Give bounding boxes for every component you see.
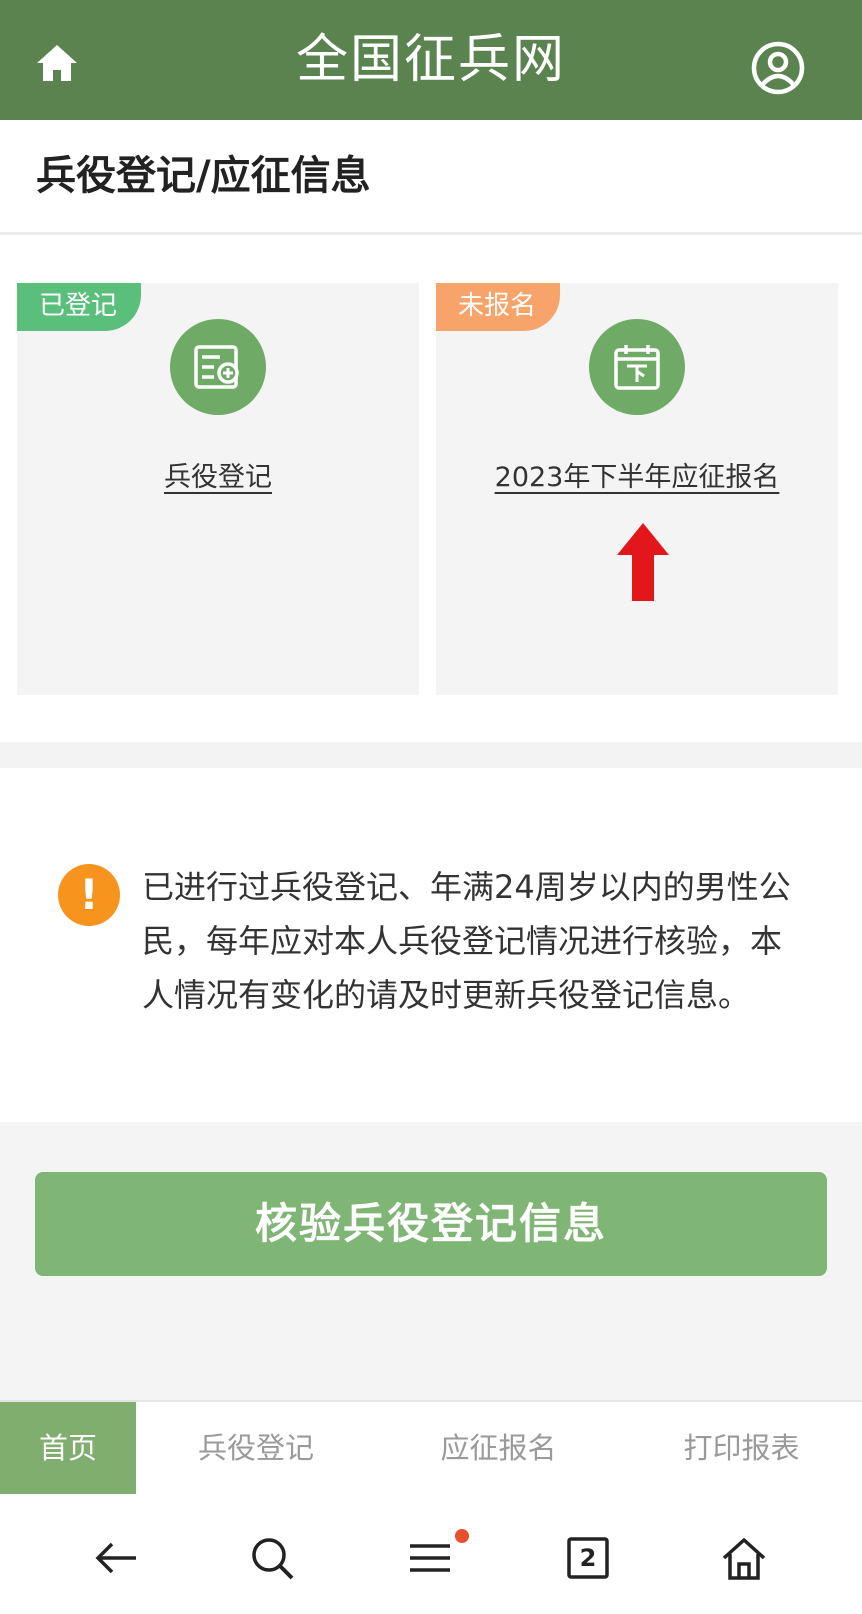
verify-registration-button[interactable]: 核验兵役登记信息 <box>35 1172 827 1276</box>
menu-icon[interactable] <box>406 1534 454 1582</box>
notice-panel: ! 已进行过兵役登记、年满24周岁以内的男性公民，每年应对本人兵役登记情况进行核… <box>0 768 862 1122</box>
bottom-tabbar: 首页 兵役登记 应征报名 打印报表 <box>0 1400 862 1494</box>
home-icon[interactable] <box>720 1534 768 1582</box>
warning-icon: ! <box>58 864 120 926</box>
status-badge: 未报名 <box>436 283 561 331</box>
tab-count: 2 <box>579 1544 597 1572</box>
notice-text: 已进行过兵役登记、年满24周岁以内的男性公民，每年应对本人兵役登记情况进行核验，… <box>142 868 791 1014</box>
tab-enlistment-signup[interactable]: 应征报名 <box>376 1402 621 1494</box>
red-arrow-up-icon <box>615 521 671 603</box>
search-icon[interactable] <box>248 1534 296 1582</box>
app-header: 全国征兵网 <box>0 0 862 120</box>
app-title: 全国征兵网 <box>295 30 566 90</box>
calendar-down-icon <box>589 319 685 415</box>
user-circle-icon[interactable] <box>750 40 806 96</box>
section-separator <box>0 742 862 768</box>
card-military-registration[interactable]: 已登记 兵役登记 <box>17 283 419 695</box>
action-area: 核验兵役登记信息 <box>0 1122 862 1400</box>
card-enlistment-signup[interactable]: 未报名 2023年下半年应征报名 <box>436 283 838 695</box>
military-registration-link[interactable]: 兵役登记 <box>17 455 419 494</box>
tab-military-registration[interactable]: 兵役登记 <box>136 1402 376 1494</box>
status-badge: 已登记 <box>17 283 142 331</box>
browser-toolbar: 2 <box>0 1494 862 1614</box>
notification-dot <box>455 1529 469 1543</box>
cards-area: 已登记 兵役登记 未报名 2023年下半年应征报名 <box>0 235 862 742</box>
page-title: 兵役登记/应征信息 <box>36 153 371 199</box>
back-arrow-icon[interactable] <box>92 1534 140 1582</box>
registration-form-icon <box>170 319 266 415</box>
tab-home[interactable]: 首页 <box>0 1402 136 1494</box>
tab-print-reports[interactable]: 打印报表 <box>621 1402 862 1494</box>
tabs-icon[interactable]: 2 <box>564 1534 612 1582</box>
enlistment-signup-link[interactable]: 2023年下半年应征报名 <box>436 455 838 494</box>
